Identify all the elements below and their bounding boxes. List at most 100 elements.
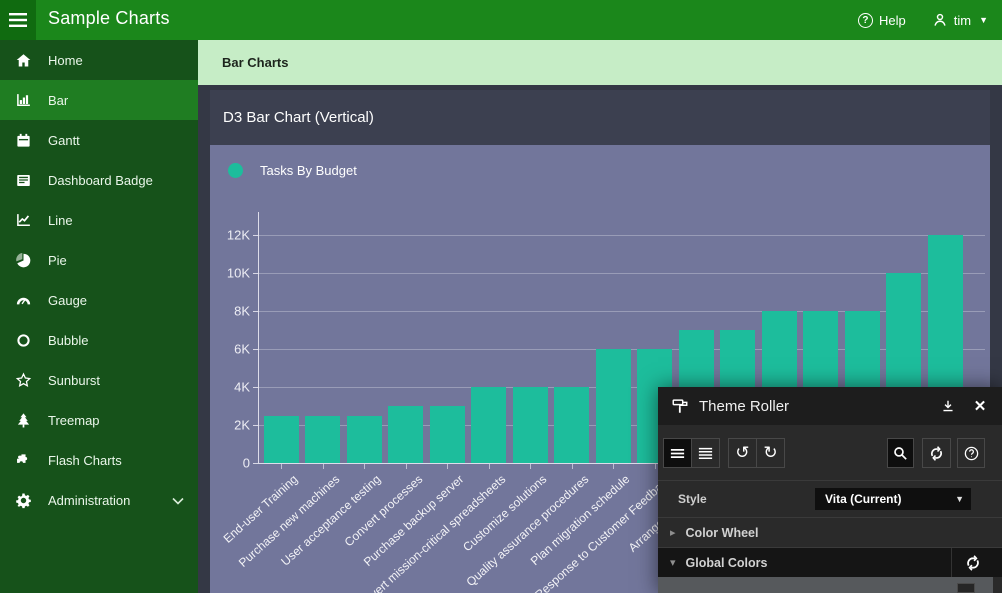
help-button-toolbar[interactable]: [957, 438, 985, 468]
hamburger-icon: [9, 13, 27, 27]
bar[interactable]: [388, 406, 423, 463]
x-tick: [655, 464, 656, 469]
sidebar-item-line[interactable]: Line: [0, 200, 198, 240]
line-chart-icon: [14, 211, 32, 229]
close-icon: ✕: [974, 399, 987, 414]
sidebar-item-label: Gantt: [48, 133, 80, 148]
style-select-value: Vita (Current): [825, 492, 901, 506]
chevron-down-icon: ▼: [979, 15, 988, 25]
chevron-down-icon: ▾: [670, 556, 676, 569]
sidebar-item-label: Bar: [48, 93, 68, 108]
y-tick-label: 8K: [210, 304, 250, 319]
theme-roller-panel: Theme Roller ✕: [658, 387, 1002, 593]
undo-button[interactable]: ↺: [728, 438, 757, 468]
x-axis-label: End-user Training: [221, 472, 301, 546]
sidebar-item-administration[interactable]: Administration: [0, 480, 198, 520]
pie-chart-icon: [14, 251, 32, 269]
style-select[interactable]: Vita (Current) ▼: [815, 488, 971, 510]
undo-icon: ↺: [735, 445, 749, 462]
paint-roller-icon: [671, 397, 689, 415]
redo-icon: ↻: [763, 445, 777, 462]
sidebar-item-sunburst[interactable]: Sunburst: [0, 360, 198, 400]
user-menu[interactable]: tim ▼: [932, 12, 988, 28]
theme-roller-header[interactable]: Theme Roller ✕: [658, 387, 1002, 425]
theme-roller-title: Theme Roller: [699, 398, 789, 415]
y-tick-label: 12K: [210, 228, 250, 243]
page-title-band: Bar Charts: [198, 40, 1002, 85]
compact-view-button[interactable]: [663, 438, 692, 468]
user-name: tim: [954, 13, 971, 28]
x-tick: [530, 464, 531, 469]
home-icon: [14, 51, 32, 69]
sidebar-item-pie[interactable]: Pie: [0, 240, 198, 280]
x-tick: [613, 464, 614, 469]
gridline: [258, 235, 985, 236]
chevron-right-icon: ▸: [670, 526, 676, 539]
page-title: Bar Charts: [222, 55, 288, 70]
sidebar-item-label: Line: [48, 213, 73, 228]
download-icon: [941, 399, 955, 413]
lines-4-icon: [697, 445, 714, 462]
sidebar-item-gantt[interactable]: Gantt: [0, 120, 198, 160]
sidebar-item-label: Pie: [48, 253, 67, 268]
color-swatch[interactable]: [957, 583, 975, 593]
sidebar-item-label: Flash Charts: [48, 453, 122, 468]
x-tick: [406, 464, 407, 469]
user-icon: [932, 12, 948, 28]
badge-icon: [14, 171, 32, 189]
bar[interactable]: [430, 406, 465, 463]
section-color-wheel[interactable]: ▸ Color Wheel: [658, 517, 1002, 547]
sidebar-item-flash-charts[interactable]: Flash Charts: [0, 440, 198, 480]
y-tick-label: 2K: [210, 418, 250, 433]
bar[interactable]: [264, 416, 299, 464]
bar[interactable]: [471, 387, 506, 463]
redo-button[interactable]: ↻: [756, 438, 785, 468]
search-button[interactable]: [887, 438, 914, 468]
refresh-icon: [964, 554, 982, 572]
y-tick-label: 6K: [210, 342, 250, 357]
chart-panel-header: D3 Bar Chart (Vertical): [210, 90, 990, 145]
help-button[interactable]: ? Help: [858, 13, 906, 28]
gear-icon: [14, 491, 32, 509]
sidebar-item-dashboard-badge[interactable]: Dashboard Badge: [0, 160, 198, 200]
sidebar-item-treemap[interactable]: Treemap: [0, 400, 198, 440]
bar[interactable]: [305, 416, 340, 464]
gridline: [258, 273, 985, 274]
select-caret-icon: ▼: [955, 494, 964, 504]
x-tick: [281, 464, 282, 469]
section-label: Color Wheel: [686, 526, 759, 540]
x-tick: [364, 464, 365, 469]
sidebar-item-label: Treemap: [48, 413, 100, 428]
gauge-icon: [14, 291, 32, 309]
sidebar-item-label: Administration: [48, 493, 130, 508]
bar[interactable]: [554, 387, 589, 463]
lines-3-icon: [669, 445, 686, 462]
application-window: Sample Charts ? Help tim ▼ Home Bar Gantt D…: [0, 0, 1002, 593]
section-global-colors[interactable]: ▾ Global Colors: [658, 547, 1002, 577]
x-tick: [447, 464, 448, 469]
sidebar-item-bubble[interactable]: Bubble: [0, 320, 198, 360]
style-row: Style Vita (Current) ▼: [658, 480, 1002, 517]
sidebar-item-label: Dashboard Badge: [48, 173, 153, 188]
x-tick: [323, 464, 324, 469]
app-title: Sample Charts: [48, 8, 170, 29]
search-icon: [892, 445, 909, 462]
detailed-view-button[interactable]: [691, 438, 720, 468]
download-button[interactable]: [940, 398, 956, 414]
refresh-button[interactable]: [922, 438, 951, 468]
sidebar-item-home[interactable]: Home: [0, 40, 198, 80]
close-button[interactable]: ✕: [972, 398, 988, 414]
global-colors-refresh-button[interactable]: [951, 548, 993, 578]
tree-icon: [14, 411, 32, 429]
refresh-icon: [928, 445, 945, 462]
bar[interactable]: [596, 349, 631, 463]
bubble-chart-icon: [14, 331, 32, 349]
bar[interactable]: [347, 416, 382, 464]
y-axis: [258, 212, 259, 463]
sidebar-item-bar[interactable]: Bar: [0, 80, 198, 120]
app-header: Sample Charts ? Help tim ▼: [0, 0, 1002, 40]
sidebar-item-gauge[interactable]: Gauge: [0, 280, 198, 320]
hamburger-menu-button[interactable]: [0, 0, 36, 40]
theme-roller-toolbar: ↺ ↻: [658, 425, 1002, 480]
bar[interactable]: [513, 387, 548, 463]
